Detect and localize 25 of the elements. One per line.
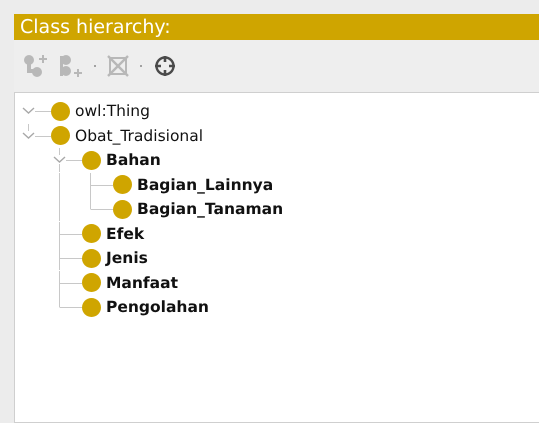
target-icon[interactable] bbox=[154, 55, 176, 77]
class-icon bbox=[51, 126, 70, 146]
separator-dot bbox=[140, 65, 142, 67]
class-label[interactable]: Bahan bbox=[106, 151, 161, 170]
panel-title: Class hierarchy: bbox=[14, 14, 539, 40]
class-icon bbox=[82, 150, 101, 170]
add-sibling-icon[interactable] bbox=[58, 54, 84, 78]
class-label[interactable]: owl:Thing bbox=[75, 102, 150, 120]
class-icon bbox=[82, 248, 101, 268]
class-label[interactable]: Pengolahan bbox=[106, 298, 209, 316]
class-icon bbox=[113, 200, 132, 219]
delete-icon[interactable] bbox=[106, 54, 130, 78]
class-icon bbox=[51, 102, 70, 121]
class-label[interactable]: Bagian_Tanaman bbox=[137, 200, 284, 218]
add-subclass-icon[interactable] bbox=[22, 54, 48, 78]
separator-dot bbox=[94, 65, 96, 67]
class-icon bbox=[113, 175, 132, 194]
class-label[interactable]: Efek bbox=[106, 224, 144, 243]
class-label[interactable]: Jenis bbox=[106, 249, 148, 268]
class-label[interactable]: Manfaat bbox=[106, 274, 178, 292]
class-label[interactable]: Bagian_Lainnya bbox=[137, 176, 274, 194]
class-icon bbox=[82, 273, 101, 292]
class-label[interactable]: Obat_Tradisional bbox=[75, 126, 204, 145]
class-icon bbox=[82, 298, 101, 317]
class-icon bbox=[82, 224, 101, 244]
